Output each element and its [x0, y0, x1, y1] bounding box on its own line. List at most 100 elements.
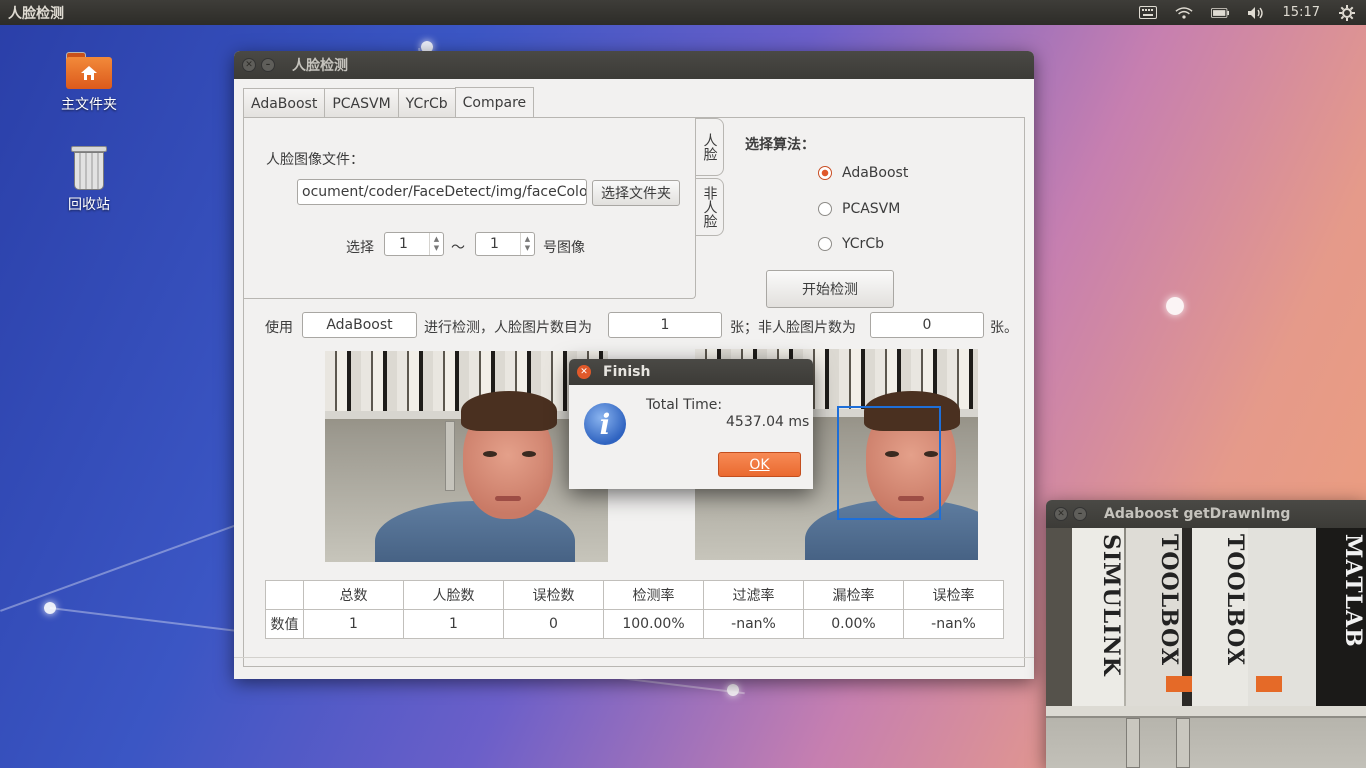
minimize-icon[interactable]: –: [261, 58, 275, 72]
desktop-icon-trash[interactable]: 回收站: [44, 146, 134, 214]
active-app-title: 人脸检测: [8, 5, 64, 22]
radio-adaboost[interactable]: AdaBoost: [818, 165, 908, 181]
table-cell[interactable]: 1: [303, 609, 404, 639]
tab-bar: AdaBoost PCASVM YCrCb Compare: [243, 87, 535, 118]
window-title: 人脸检测: [292, 58, 348, 74]
main-window-titlebar[interactable]: ✕ – 人脸检测: [234, 51, 1034, 79]
table-header-cell: 漏检率: [803, 580, 904, 610]
table-header-row: 总数 人脸数 误检数 检测率 过滤率 漏检率 误检率: [265, 580, 1004, 610]
minimize-icon[interactable]: –: [1073, 507, 1087, 521]
system-tray: 15:17: [1138, 0, 1366, 25]
side-tab-nonface[interactable]: 非人脸: [696, 178, 724, 236]
spin-arrows-icon[interactable]: ▲ ▼: [429, 233, 443, 255]
spin-arrows-icon[interactable]: ▲ ▼: [520, 233, 534, 255]
tab-pcasvm[interactable]: PCASVM: [324, 88, 399, 118]
wallpaper-dot: [727, 684, 739, 696]
table-header-cell: 检测率: [603, 580, 704, 610]
close-icon[interactable]: ✕: [242, 58, 256, 72]
table-row-label: 数值: [265, 609, 304, 639]
ok-button-label: OK: [749, 456, 770, 473]
desktop-icon-label: 主文件夹: [61, 97, 117, 113]
algorithm-label: 选择算法：: [745, 137, 815, 153]
finish-dialog: ✕ Finish i Total Time: 4537.04 ms OK: [569, 359, 813, 489]
book-spine: MATLAB: [1316, 528, 1366, 708]
top-panel: 人脸检测 15:17: [0, 0, 1366, 25]
radio-ycrcb[interactable]: YCrCb: [818, 236, 884, 252]
stats-table: 总数 人脸数 误检数 检测率 过滤率 漏检率 误检率 数值 1 1 0 100.…: [265, 580, 1004, 639]
face-detection-box: [837, 406, 941, 520]
info-icon: i: [584, 403, 626, 445]
table-header-cell: 误检数: [503, 580, 604, 610]
window-title: Adaboost getDrawnImg: [1104, 506, 1291, 522]
dialog-title: Finish: [603, 364, 651, 380]
unit-label: 张。: [990, 320, 1018, 336]
table-header-cell: 人脸数: [403, 580, 504, 610]
book-spine: TOOLBOX: [1192, 528, 1248, 708]
table-header-cell: 误检率: [903, 580, 1004, 610]
wifi-icon[interactable]: [1174, 6, 1193, 20]
tab-compare[interactable]: Compare: [454, 87, 535, 118]
tab-ycrcb[interactable]: YCrCb: [397, 88, 456, 118]
dialog-titlebar[interactable]: ✕ Finish: [569, 359, 813, 385]
choose-folder-button[interactable]: 选择文件夹: [592, 180, 680, 206]
range-to-spinbox[interactable]: 1 ▲ ▼: [475, 232, 535, 256]
tab-adaboost[interactable]: AdaBoost: [243, 88, 326, 118]
original-image: [325, 351, 608, 562]
radio-unchecked-icon: [818, 202, 832, 216]
radio-label: AdaBoost: [842, 165, 909, 181]
range-from-spinbox[interactable]: 1 ▲ ▼: [384, 232, 444, 256]
table-row: 数值 1 1 0 100.00% -nan% 0.00% -nan%: [265, 609, 1004, 639]
used-algorithm-field[interactable]: AdaBoost: [302, 312, 417, 338]
clock[interactable]: 15:17: [1283, 5, 1320, 20]
close-icon[interactable]: ✕: [577, 365, 591, 379]
desktop-icon-home[interactable]: 主文件夹: [44, 52, 134, 114]
book-spine: SIMULINK: [1072, 528, 1124, 708]
range-tilde: ～: [451, 240, 465, 256]
select-label: 选择: [346, 240, 374, 256]
file-path-field[interactable]: ocument/coder/FaceDetect/img/faceColor: [297, 179, 587, 205]
ok-button[interactable]: OK: [718, 452, 801, 477]
image-suffix-label: 号图像: [543, 240, 585, 256]
radio-label: YCrCb: [842, 236, 884, 252]
face-image-file-label: 人脸图像文件：: [266, 152, 364, 168]
radio-checked-icon: [818, 166, 832, 180]
total-time-label: Total Time:: [646, 397, 723, 413]
total-time-value: 4537.04 ms: [726, 414, 810, 430]
table-cell[interactable]: -nan%: [903, 609, 1004, 639]
settings-gear-icon[interactable]: [1338, 4, 1356, 21]
battery-icon[interactable]: [1210, 6, 1229, 20]
table-cell[interactable]: 1: [403, 609, 504, 639]
close-icon[interactable]: ✕: [1054, 507, 1068, 521]
side-tab-face[interactable]: 人脸: [696, 118, 724, 176]
table-cell[interactable]: 0: [503, 609, 604, 639]
table-header-cell: 总数: [303, 580, 404, 610]
drawn-image-window: ✕ – Adaboost getDrawnImg SIMULINK TOOLBO…: [1046, 500, 1366, 768]
desktop-icon-label: 回收站: [68, 197, 110, 213]
table-cell[interactable]: 0.00%: [803, 609, 904, 639]
drawn-image-titlebar[interactable]: ✕ – Adaboost getDrawnImg: [1046, 500, 1366, 528]
range-from-value: 1: [399, 236, 408, 252]
table-cell[interactable]: 100.00%: [603, 609, 704, 639]
table-cell[interactable]: -nan%: [703, 609, 804, 639]
radio-label: PCASVM: [842, 201, 901, 217]
nonface-count-label: 张；非人脸图片数为: [730, 320, 856, 336]
use-label: 使用: [265, 320, 293, 336]
detect-count-label: 进行检测，人脸图片数目为: [424, 320, 592, 336]
home-folder-icon: [66, 52, 112, 89]
volume-icon[interactable]: [1247, 6, 1265, 20]
drawn-image-view: SIMULINK TOOLBOX TOOLBOX MATLAB: [1046, 528, 1366, 768]
trash-icon: [71, 146, 107, 190]
radio-unchecked-icon: [818, 237, 832, 251]
face-count-field[interactable]: 1: [608, 312, 722, 338]
wallpaper-dot: [44, 602, 56, 614]
status-bar: [234, 657, 1034, 679]
face-input-panel: 人脸图像文件： ocument/coder/FaceDetect/img/fac…: [244, 118, 696, 299]
keyboard-icon[interactable]: [1138, 6, 1157, 20]
range-to-value: 1: [490, 236, 499, 252]
start-detect-button[interactable]: 开始检测: [766, 270, 894, 308]
table-header-cell: 过滤率: [703, 580, 804, 610]
nonface-count-field[interactable]: 0: [870, 312, 984, 338]
table-header-cell: [265, 580, 304, 610]
radio-pcasvm[interactable]: PCASVM: [818, 201, 900, 217]
wallpaper-dot: [1166, 297, 1184, 315]
